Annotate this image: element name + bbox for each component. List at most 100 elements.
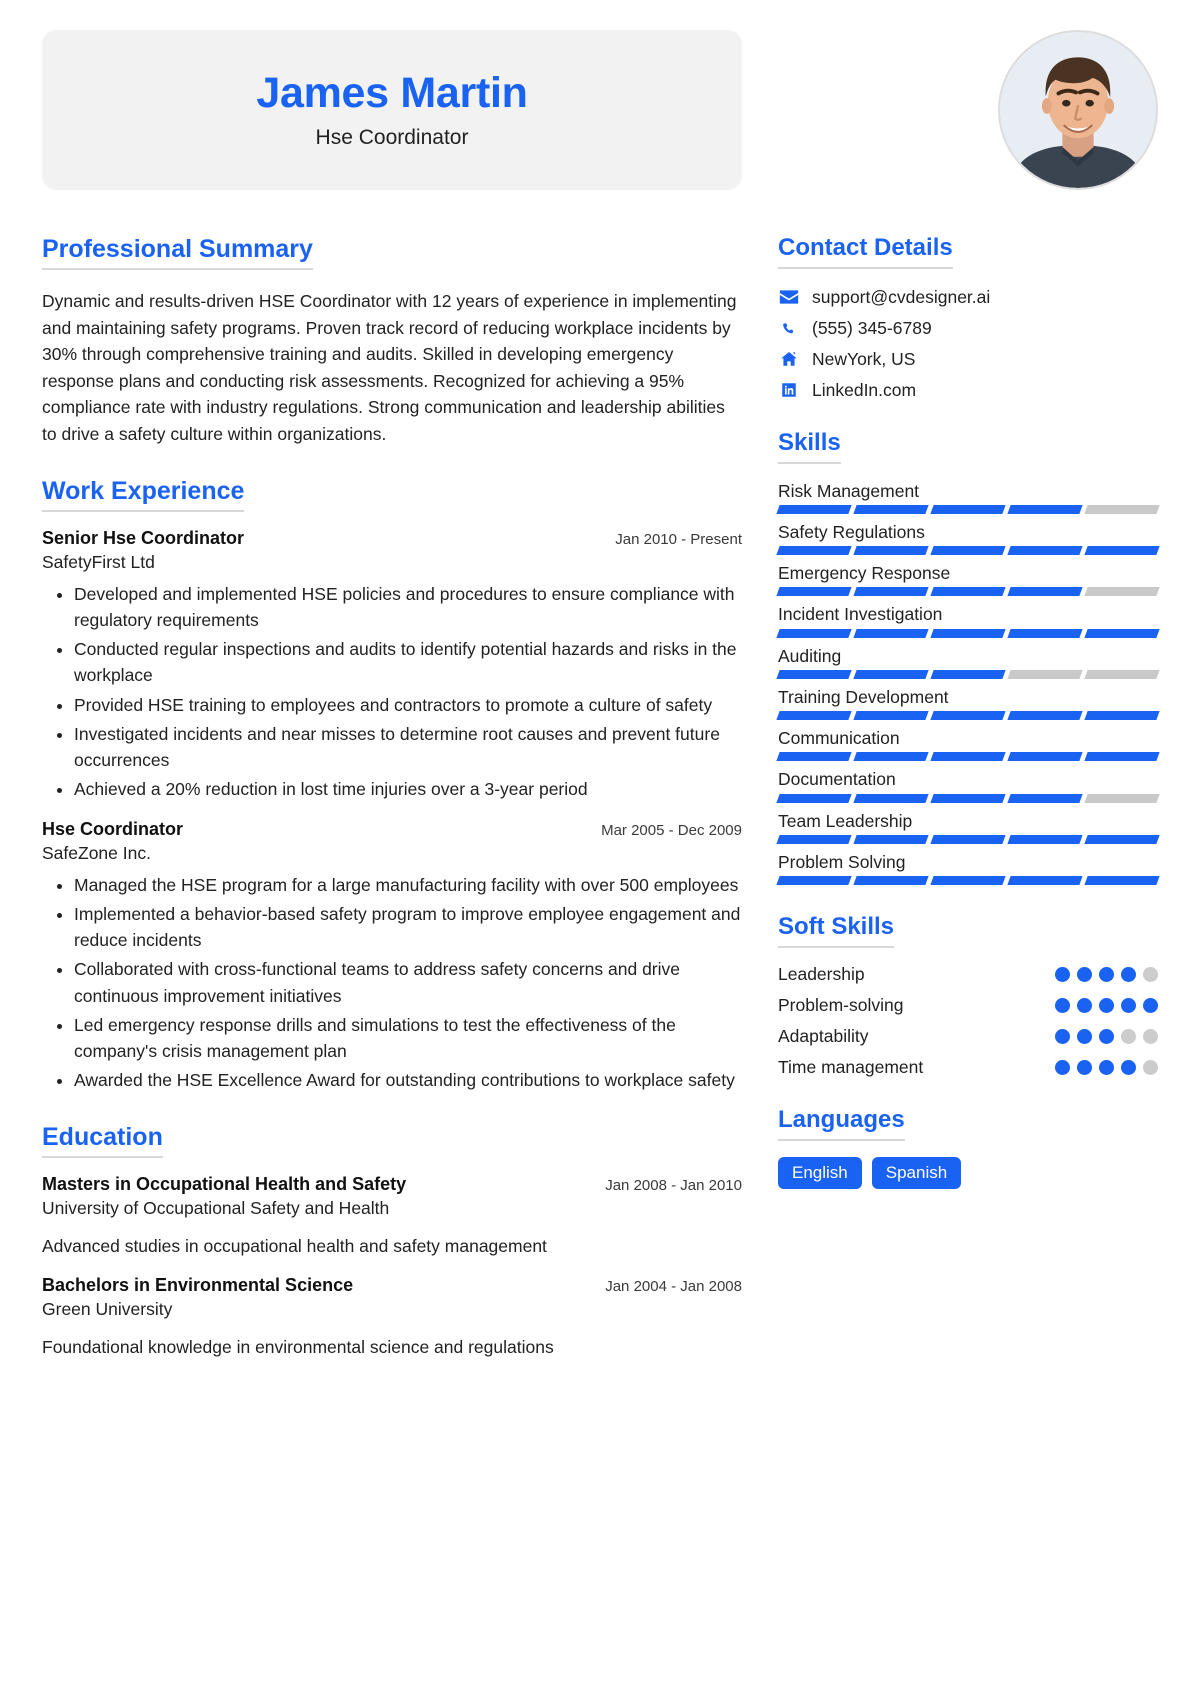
skill-segment — [1007, 876, 1083, 886]
rating-dot — [1121, 997, 1136, 1013]
skill-segment — [1084, 669, 1160, 679]
rating-dot — [1143, 1028, 1158, 1044]
skill-segment — [853, 669, 929, 679]
education-description: Foundational knowledge in environmental … — [42, 1336, 554, 1357]
experience-role: Senior Hse Coordinator — [42, 527, 245, 548]
contact-item-linkedin[interactable]: LinkedIn.com — [778, 380, 1158, 401]
experience-bullets: Managed the HSE program for a large manu… — [42, 872, 742, 1094]
section-education: Education Masters in Occupational Health… — [42, 1122, 742, 1361]
education-entry: Masters in Occupational Health and Safet… — [42, 1174, 742, 1259]
education-school: University of Occupational Safety and He… — [42, 1197, 390, 1218]
skill-level-bar — [776, 546, 1160, 556]
list-item: Led emergency response drills and simula… — [74, 1012, 742, 1065]
contact-value-linkedin: LinkedIn.com — [812, 379, 917, 400]
soft-skill-rating-dots — [1055, 997, 1158, 1013]
section-heading-skills: Skills — [778, 429, 841, 464]
skill-segment — [930, 834, 1006, 844]
soft-skill-label: Leadership — [778, 963, 865, 984]
skill-segment — [1084, 752, 1160, 762]
rating-dot — [1055, 1059, 1070, 1075]
list-item: Collaborated with cross-functional teams… — [74, 956, 742, 1009]
list-item: Developed and implemented HSE policies a… — [74, 581, 742, 634]
skill-segment — [1084, 793, 1160, 803]
soft-skill-label: Adaptability — [778, 1025, 869, 1046]
section-skills: Skills Risk Management Safety Regulation… — [776, 429, 1160, 886]
avatar — [998, 30, 1158, 190]
skill-item: Incident Investigation — [776, 601, 1160, 638]
skill-segment — [853, 587, 929, 597]
skill-segment — [930, 587, 1006, 597]
skill-segment — [1084, 504, 1160, 514]
contact-item-location[interactable]: NewYork, US — [778, 349, 1158, 370]
rating-dot — [1121, 1028, 1136, 1044]
soft-skill-label: Time management — [778, 1056, 924, 1077]
soft-skill-rating-dots — [1055, 1028, 1158, 1044]
skill-segment — [853, 834, 929, 844]
list-item: Managed the HSE program for a large manu… — [74, 872, 742, 898]
languages-list: English Spanish — [778, 1156, 1158, 1190]
skill-label: Problem Solving — [778, 851, 906, 872]
experience-bullets: Developed and implemented HSE policies a… — [42, 581, 742, 803]
skill-level-bar — [776, 793, 1160, 803]
rating-dot — [1055, 997, 1070, 1013]
section-contact-details: Contact Details support@cvdesigner.ai (5… — [778, 234, 1158, 401]
skill-segment — [853, 711, 929, 721]
experience-date: Mar 2005 - Dec 2009 — [601, 821, 742, 839]
rating-dot — [1099, 1059, 1114, 1075]
skill-label: Training Development — [778, 686, 949, 707]
skill-item: Documentation — [776, 766, 1160, 803]
skill-label: Incident Investigation — [778, 604, 943, 625]
contact-item-email[interactable]: support@cvdesigner.ai — [778, 287, 1158, 308]
skill-level-bar — [776, 587, 1160, 597]
experience-date: Jan 2010 - Present — [615, 530, 742, 548]
page-title: James Martin — [256, 69, 528, 118]
skill-segment — [776, 546, 852, 556]
skill-segment — [776, 504, 852, 514]
experience-role: Hse Coordinator — [42, 818, 184, 839]
skill-label: Risk Management — [778, 480, 920, 501]
rating-dot — [1055, 1028, 1070, 1044]
skill-level-bar — [776, 752, 1160, 762]
rating-dot — [1143, 1059, 1158, 1075]
skill-label: Team Leadership — [778, 810, 913, 831]
contact-item-phone[interactable]: (555) 345-6789 — [778, 318, 1158, 339]
phone-icon — [778, 318, 800, 338]
skill-segment — [1084, 876, 1160, 886]
language-chip: Spanish — [871, 1156, 962, 1190]
skill-segment — [930, 752, 1006, 762]
rating-dot — [1121, 1059, 1136, 1075]
skill-segment — [776, 834, 852, 844]
skill-segment — [930, 793, 1006, 803]
skill-segment — [853, 876, 929, 886]
skill-label: Communication — [778, 728, 900, 749]
name-banner: James Martin Hse Coordinator — [42, 30, 742, 190]
experience-entry: Hse Coordinator Mar 2005 - Dec 2009 Safe… — [42, 819, 742, 1094]
soft-skill-label: Problem-solving — [778, 994, 904, 1015]
resume-header: James Martin Hse Coordinator — [42, 30, 1158, 190]
skill-segment — [776, 876, 852, 886]
rating-dot — [1121, 966, 1136, 982]
soft-skill-rating-dots — [1055, 1059, 1158, 1075]
resume-body: Professional Summary Dynamic and results… — [42, 234, 1160, 1388]
rating-dot — [1077, 966, 1092, 982]
skill-item: Risk Management — [776, 478, 1160, 514]
skill-item: Emergency Response — [776, 560, 1160, 597]
job-title: Hse Coordinator — [315, 125, 469, 149]
summary-text: Dynamic and results-driven HSE Coordinat… — [42, 291, 737, 444]
linkedin-icon — [778, 380, 800, 400]
skill-segment — [1084, 628, 1160, 638]
section-heading-summary: Professional Summary — [42, 234, 313, 270]
education-entry-header: Masters in Occupational Health and Safet… — [42, 1174, 742, 1195]
skill-level-bar — [776, 834, 1160, 844]
skill-label: Documentation — [778, 769, 896, 790]
skill-segment — [1007, 587, 1083, 597]
skill-segment — [1084, 834, 1160, 844]
language-chip: English — [778, 1156, 862, 1190]
soft-skill-item: Adaptability — [778, 1026, 1158, 1047]
skill-segment — [1007, 793, 1083, 803]
resume-page: James Martin Hse Coordinator Professiona… — [0, 0, 1200, 1684]
rating-dot — [1099, 966, 1114, 982]
education-degree: Bachelors in Environmental Science — [42, 1274, 354, 1295]
experience-entry-header: Hse Coordinator Mar 2005 - Dec 2009 — [42, 819, 742, 840]
list-item: Awarded the HSE Excellence Award for out… — [74, 1067, 742, 1093]
